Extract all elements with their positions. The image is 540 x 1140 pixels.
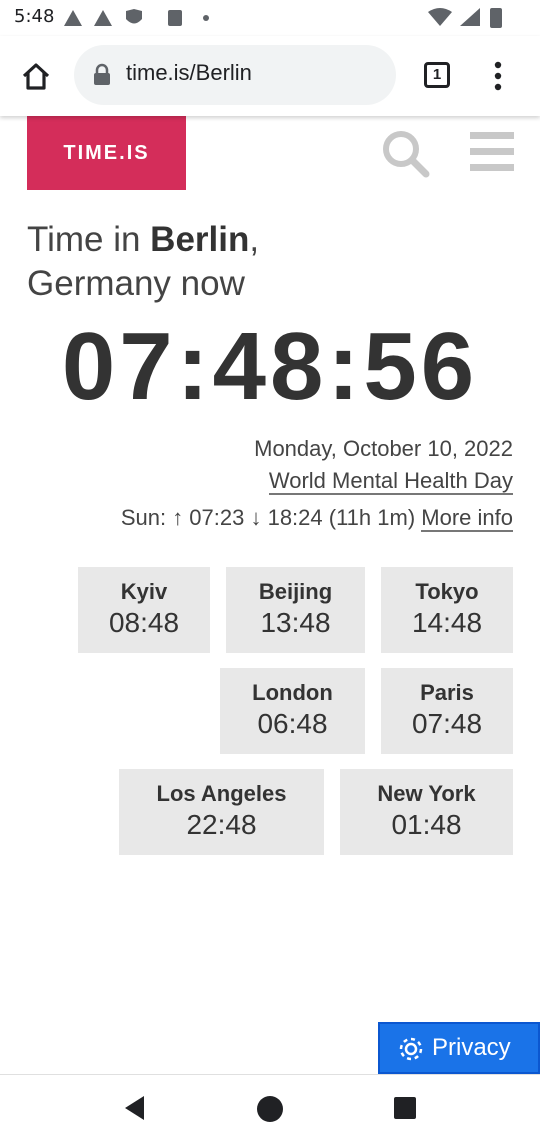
city-time: 14:48 bbox=[411, 607, 483, 638]
page-heading: Time in Berlin, Germany now bbox=[27, 218, 527, 306]
city-name: New York bbox=[377, 781, 476, 806]
city-time: 06:48 bbox=[257, 708, 328, 739]
recents-icon[interactable] bbox=[392, 1095, 418, 1121]
status-bar: 5:48 bbox=[0, 0, 540, 36]
city-time: 01:48 bbox=[391, 809, 462, 840]
home-nav-icon[interactable] bbox=[254, 1093, 286, 1125]
browser-toolbar: time.is/Berlin 1 bbox=[0, 36, 540, 116]
city-time: 13:48 bbox=[260, 607, 331, 638]
web-page: TIME.IS Time in Berlin, Germany now 07:4… bbox=[0, 116, 540, 1074]
home-icon[interactable] bbox=[20, 60, 52, 92]
city-name: Paris bbox=[420, 680, 474, 705]
date-line: Monday, October 10, 2022 bbox=[254, 436, 513, 462]
city-box-kyiv[interactable]: Kyiv 08:48 bbox=[78, 567, 210, 653]
back-icon[interactable] bbox=[120, 1093, 150, 1123]
status-time: 5:48 bbox=[14, 6, 55, 27]
menu-icon[interactable] bbox=[470, 132, 514, 172]
holiday-link[interactable]: World Mental Health Day bbox=[268, 468, 513, 495]
city-time: 07:48 bbox=[411, 708, 483, 739]
url-text[interactable]: time.is/Berlin bbox=[126, 60, 252, 86]
system-nav-bar bbox=[0, 1074, 540, 1140]
city-box-beijing[interactable]: Beijing 13:48 bbox=[226, 567, 365, 653]
sun-info-text: Sun: ↑ 07:23 ↓ 18:24 (11h 1m) bbox=[120, 505, 416, 530]
city-time: 22:48 bbox=[186, 809, 257, 840]
city-box-london[interactable]: London 06:48 bbox=[220, 668, 365, 754]
site-logo[interactable]: TIME.IS bbox=[27, 116, 186, 190]
heading-line2: Germany now bbox=[27, 264, 245, 303]
lock-icon[interactable] bbox=[92, 63, 112, 87]
city-box-new-york[interactable]: New York 01:48 bbox=[340, 769, 513, 855]
address-bar[interactable]: time.is/Berlin bbox=[74, 45, 396, 105]
city-box-los-angeles[interactable]: Los Angeles 22:48 bbox=[119, 769, 324, 855]
city-name: Beijing bbox=[258, 579, 333, 604]
privacy-button[interactable]: Privacy bbox=[378, 1022, 540, 1074]
system-status-icons bbox=[428, 8, 502, 28]
search-icon[interactable] bbox=[380, 128, 432, 180]
city-name: Tokyo bbox=[415, 579, 479, 604]
date-text: Monday, October 10, 2022 bbox=[254, 436, 513, 461]
city-name: Kyiv bbox=[120, 579, 168, 604]
city-name: Los Angeles bbox=[156, 781, 287, 806]
heading-suffix: , bbox=[249, 220, 260, 259]
heading-prefix: Time in bbox=[27, 220, 151, 259]
heading-city: Berlin bbox=[150, 220, 250, 259]
city-name: London bbox=[252, 680, 333, 705]
city-box-paris[interactable]: Paris 07:48 bbox=[381, 668, 513, 754]
notification-icons bbox=[64, 9, 209, 26]
tab-switcher-button[interactable]: 1 bbox=[424, 62, 450, 88]
current-time-clock: 07:48:56 bbox=[61, 313, 479, 420]
city-box-tokyo[interactable]: Tokyo 14:48 bbox=[381, 567, 513, 653]
holiday-line: World Mental Health Day bbox=[268, 468, 513, 495]
gear-icon bbox=[399, 1037, 423, 1061]
privacy-label: Privacy bbox=[432, 1034, 511, 1061]
more-options-icon[interactable] bbox=[490, 60, 506, 92]
city-time: 08:48 bbox=[108, 607, 180, 638]
sun-line: Sun: ↑ 07:23 ↓ 18:24 (11h 1m) More info bbox=[120, 505, 513, 532]
more-info-link[interactable]: More info bbox=[421, 505, 513, 532]
